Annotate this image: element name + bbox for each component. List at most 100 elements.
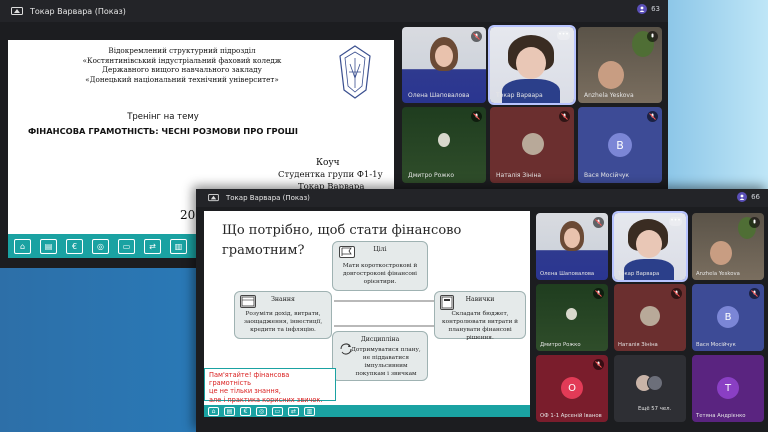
window-title: Токар Варвара (Показ) bbox=[226, 194, 310, 202]
participant-grid: Олена Шаповалова ••• Токар Варвара Anzhe… bbox=[402, 25, 662, 183]
skills-box: Навички Складати бюджет, контролювати ви… bbox=[434, 291, 526, 341]
participant-video-face bbox=[435, 45, 453, 67]
mic-muted-icon bbox=[559, 111, 570, 122]
participant-tile[interactable]: О ОФ 1-1 Арсеній Іванов bbox=[536, 355, 608, 422]
mic-muted-icon bbox=[471, 111, 482, 122]
currency-icon: € bbox=[66, 238, 83, 254]
participant-name: Вася Мосійчук bbox=[696, 342, 736, 348]
mic-icon bbox=[647, 31, 658, 42]
participant-avatar: В bbox=[608, 133, 632, 157]
org-line: «Донецький національний технічний універ… bbox=[85, 75, 279, 85]
mic-muted-icon bbox=[749, 288, 760, 299]
participant-name: Вася Мосійчук bbox=[584, 172, 630, 179]
organization-text: Відокремлений структурний підрозділ «Кос… bbox=[32, 46, 332, 85]
participant-tile[interactable]: Дмитро Рожко bbox=[536, 284, 608, 351]
mic-muted-icon bbox=[593, 359, 604, 370]
wallet-icon: ▤ bbox=[40, 238, 57, 254]
content-slide: Що потрібно, щоб стати фінансово грамотн… bbox=[204, 211, 530, 405]
org-line: «Костянтинівський індустріальний фаховий… bbox=[82, 55, 282, 65]
year-text: 20 bbox=[180, 208, 196, 222]
participant-grid: Олена Шаповалова ••• Токар Варвара Anzhe… bbox=[536, 211, 764, 422]
participant-name: Тетяна Андрієнко bbox=[696, 413, 746, 419]
participant-tile[interactable]: Anzhela Yeskova bbox=[578, 27, 662, 103]
book-icon bbox=[240, 295, 256, 308]
participant-tile[interactable]: Олена Шаповалова bbox=[402, 27, 486, 103]
box-text: Мати короткострокові й довгострокові фін… bbox=[342, 263, 418, 285]
participant-avatar: О bbox=[561, 377, 583, 399]
more-options-icon[interactable]: ••• bbox=[557, 31, 570, 40]
window-title-bar[interactable]: Токар Варвара (Показ) 66 bbox=[196, 189, 768, 207]
exchange-icon: ⇄ bbox=[288, 406, 299, 416]
note-line: це не тільки знання, bbox=[209, 387, 281, 396]
window-title-bar[interactable]: Токар Варвара (Показ) 63 bbox=[0, 0, 668, 22]
note-line: але і практика корисних звичок. bbox=[209, 395, 323, 404]
participant-tile[interactable]: Олена Шаповалова bbox=[536, 213, 608, 280]
bank-icon: ⌂ bbox=[14, 238, 31, 254]
people-icon bbox=[637, 4, 648, 14]
participant-tile-active[interactable]: ••• Токар Варвара bbox=[612, 211, 688, 282]
flag-icon bbox=[339, 246, 355, 258]
group-line: Студентка групи Ф1-1у bbox=[278, 170, 383, 180]
participant-name: Токар Варвара bbox=[618, 271, 660, 277]
training-line: Тренінг на тему bbox=[127, 112, 199, 122]
participant-avatar: В bbox=[717, 306, 739, 328]
participant-tile[interactable]: В Вася Мосійчук bbox=[692, 284, 764, 351]
presentation-window-2: Токар Варвара (Показ) 66 Що потрібно, що… bbox=[196, 189, 768, 432]
people-icon bbox=[737, 192, 748, 202]
participant-count: 66 bbox=[751, 193, 760, 201]
more-participants-tile[interactable]: Ещё 57 чел. bbox=[614, 355, 686, 422]
chart-icon: ▥ bbox=[170, 238, 187, 254]
participant-avatar: Т bbox=[717, 377, 739, 399]
participant-avatar-photo bbox=[522, 133, 544, 155]
note-line: Пам'ятайте! фінансова грамотність bbox=[209, 371, 290, 388]
participant-name: Anzhela Yeskova bbox=[696, 271, 740, 277]
participant-name: Дмитро Рожко bbox=[408, 172, 454, 179]
participant-avatar-photo bbox=[640, 306, 660, 326]
participant-name: Anzhela Yeskova bbox=[584, 92, 634, 99]
goals-box: Цілі Мати короткострокові й довгостроков… bbox=[332, 241, 428, 291]
box-text: Розуміти дохід, витрати, заощадження, ін… bbox=[243, 311, 323, 333]
reminder-note: Пам'ятайте! фінансова грамотність це не … bbox=[204, 368, 336, 404]
participant-name: Наталія Зініна bbox=[618, 342, 658, 348]
cycle-icon bbox=[338, 342, 354, 356]
participant-name: ОФ 1-1 Арсеній Іванов bbox=[540, 413, 602, 419]
currency-icon: € bbox=[240, 406, 251, 416]
participant-tile[interactable]: Наталія Зініна bbox=[614, 284, 686, 351]
knowledge-box: Знання Розуміти дохід, витрати, заощадже… bbox=[234, 291, 332, 339]
participant-video-face bbox=[564, 228, 580, 248]
topic-title: ФІНАНСОВА ГРАМОТНІСТЬ: ЧЕСНІ РОЗМОВИ ПРО… bbox=[27, 126, 299, 136]
participant-name: Наталія Зініна bbox=[496, 172, 542, 179]
mic-muted-icon bbox=[671, 288, 682, 299]
participant-video-face bbox=[598, 61, 624, 89]
mic-icon bbox=[749, 217, 760, 228]
participant-tile-active[interactable]: ••• Токар Варвара bbox=[488, 25, 576, 105]
discipline-box: Дисципліна Дотримуватися плану, не підда… bbox=[332, 331, 428, 381]
more-options-icon[interactable]: ••• bbox=[669, 217, 682, 226]
card-icon: ▭ bbox=[272, 406, 283, 416]
wallet-icon: ▤ bbox=[224, 406, 235, 416]
participant-tile[interactable]: Anzhela Yeskova bbox=[692, 213, 764, 280]
calculator-icon bbox=[440, 295, 454, 310]
participant-name: Олена Шаповалова bbox=[408, 92, 470, 99]
participant-count: 63 bbox=[651, 5, 660, 13]
coach-label: Коуч bbox=[316, 158, 340, 168]
participant-name: Токар Варвара bbox=[496, 92, 543, 99]
coin-icon: ◎ bbox=[92, 238, 109, 254]
coin-icon: ◎ bbox=[256, 406, 267, 416]
card-icon: ▭ bbox=[118, 238, 135, 254]
participant-tile[interactable]: Т Тетяна Андрієнко bbox=[692, 355, 764, 422]
participant-stack-avatar bbox=[647, 375, 663, 391]
university-emblem bbox=[339, 45, 371, 99]
participant-name: Олена Шаповалова bbox=[540, 271, 595, 277]
mic-muted-icon bbox=[593, 288, 604, 299]
participant-tile[interactable]: В Вася Мосійчук bbox=[578, 107, 662, 183]
participant-counter[interactable]: 66 bbox=[737, 192, 760, 202]
participant-name: Дмитро Рожко bbox=[540, 342, 581, 348]
exchange-icon: ⇄ bbox=[144, 238, 161, 254]
participant-tile[interactable]: Дмитро Рожко bbox=[402, 107, 486, 183]
participant-counter[interactable]: 63 bbox=[637, 4, 660, 14]
participant-tile[interactable]: Наталія Зініна bbox=[490, 107, 574, 183]
org-line: Відокремлений структурний підрозділ bbox=[108, 46, 256, 55]
chart-icon: ▥ bbox=[304, 406, 315, 416]
participant-video bbox=[438, 133, 450, 147]
